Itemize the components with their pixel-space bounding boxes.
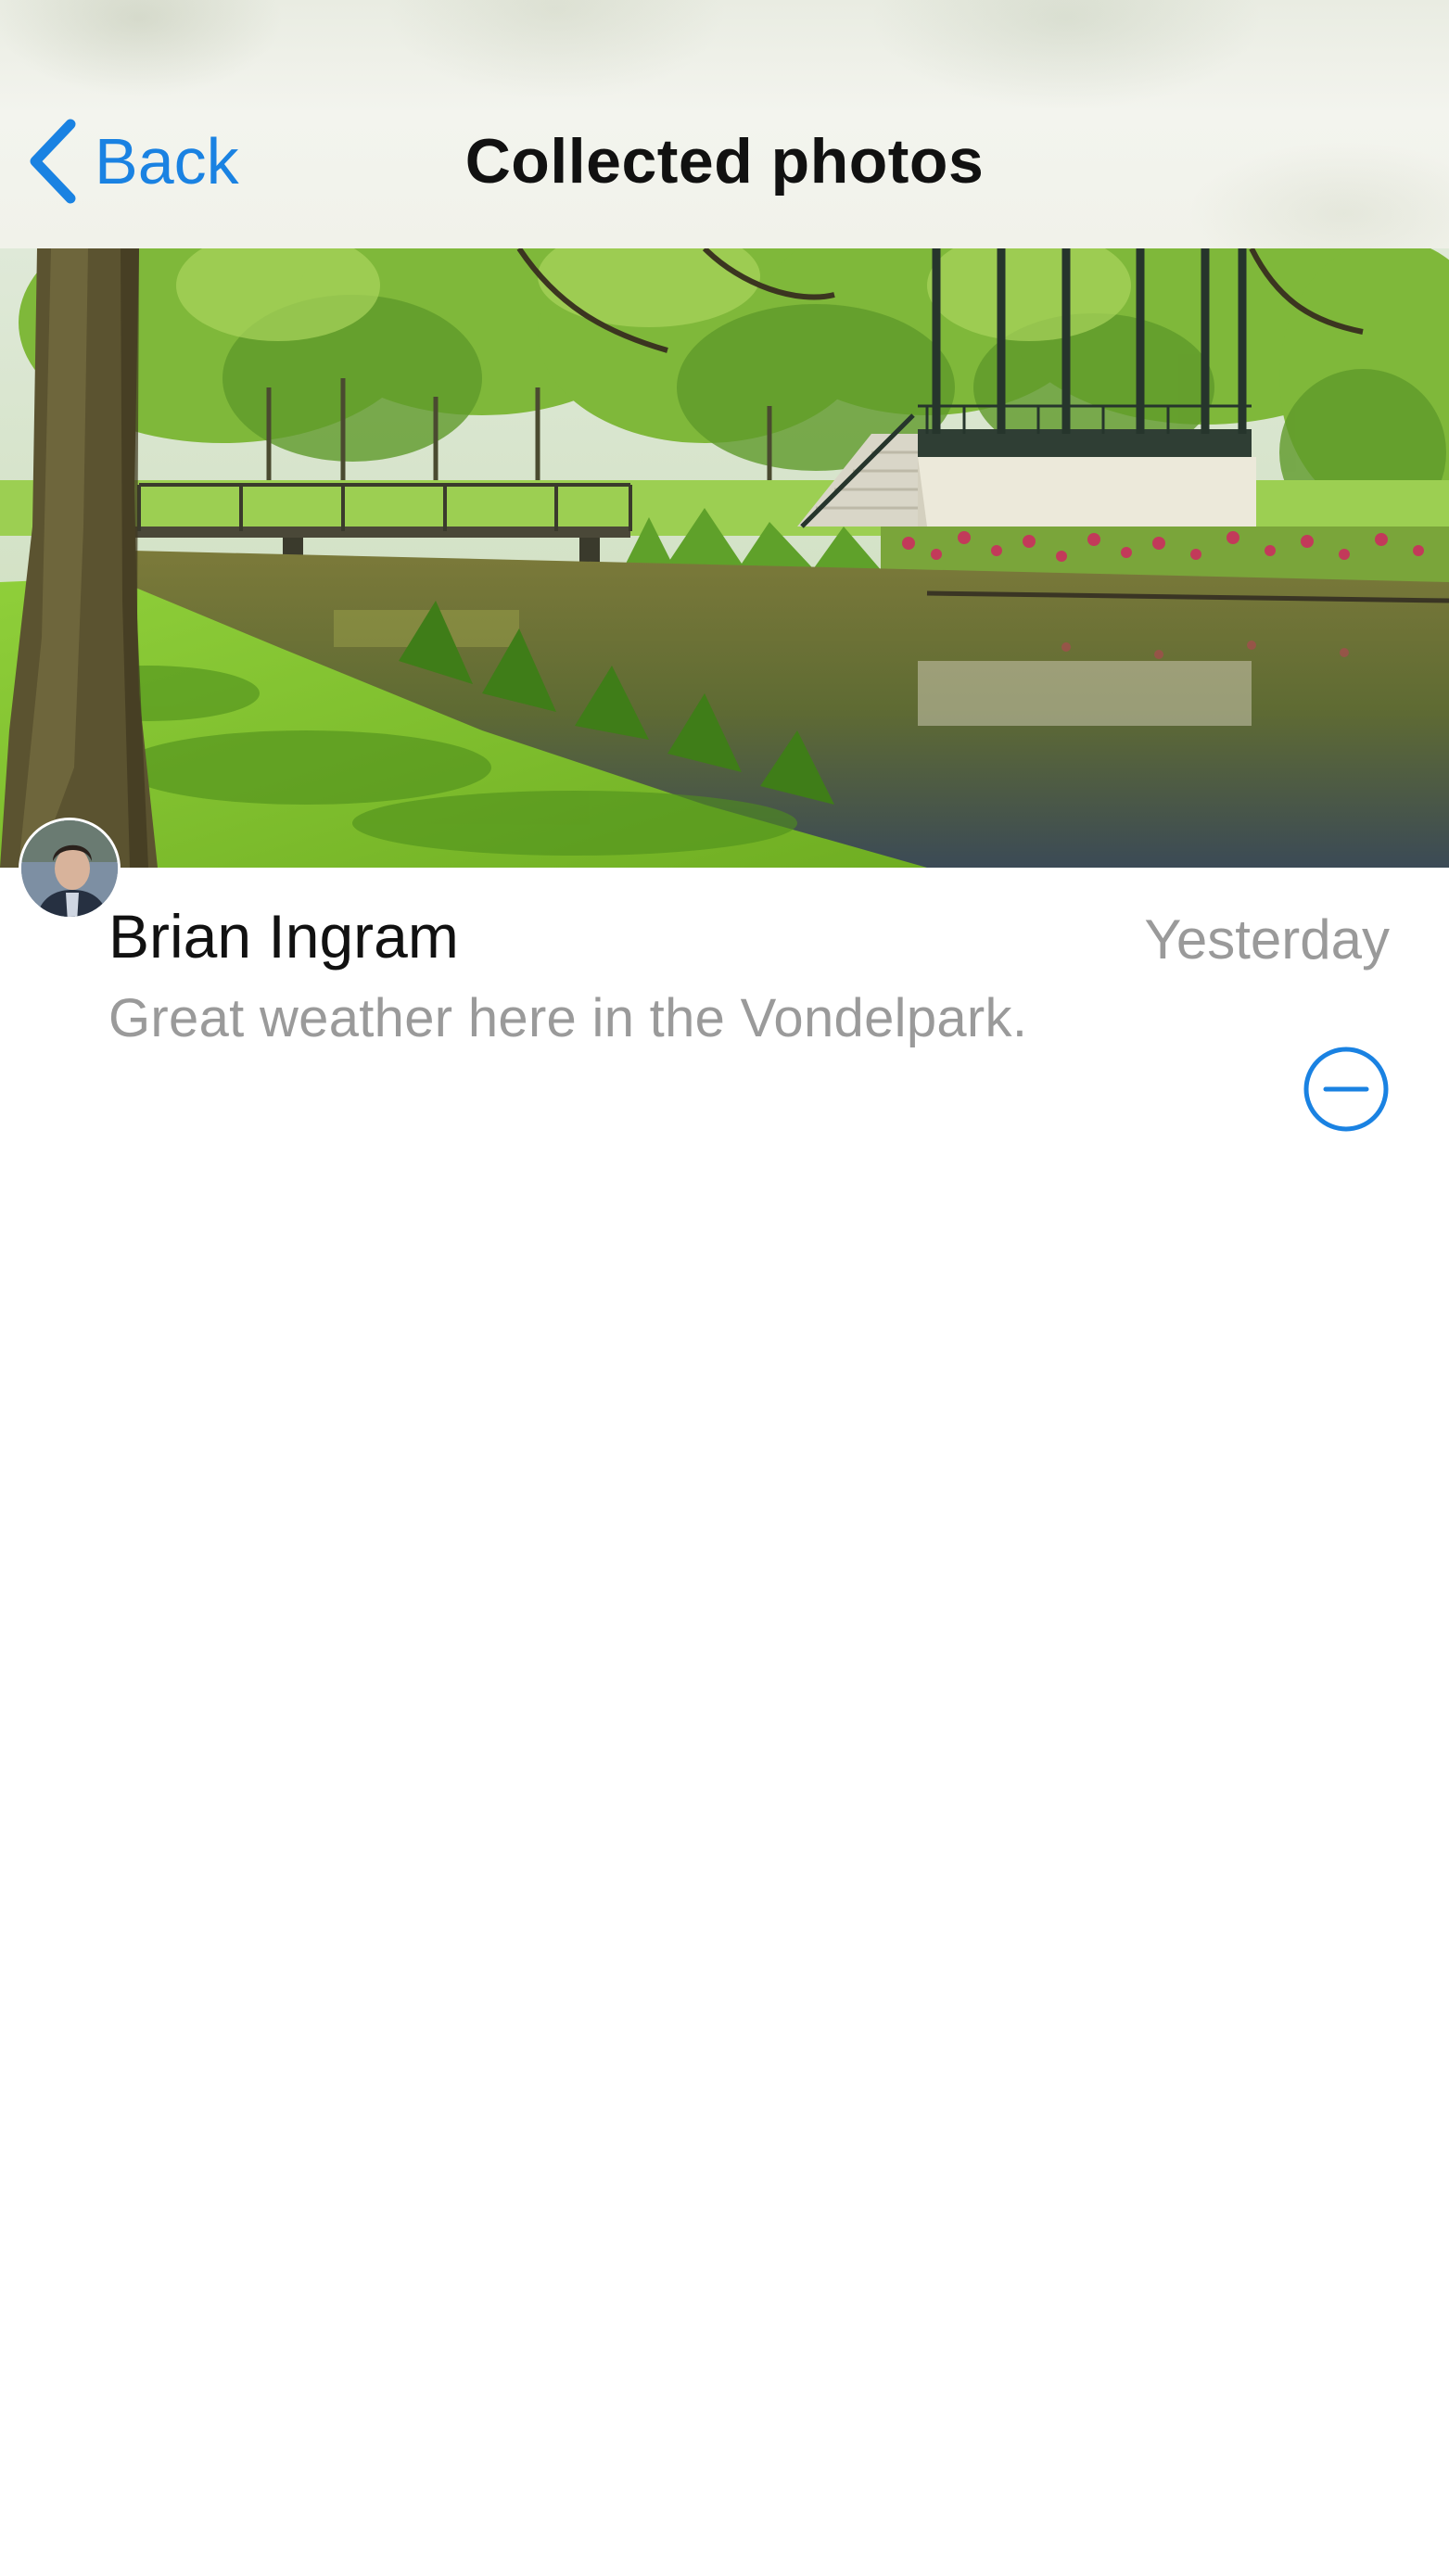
avatar[interactable]	[19, 818, 121, 920]
remove-photo-button[interactable]	[1302, 1045, 1391, 1134]
collected-photos-screen: Back Collected photos Brian Ingram Yeste…	[0, 0, 1449, 2576]
page-title: Collected photos	[464, 126, 985, 197]
post-timestamp: Yesterday	[1144, 908, 1390, 971]
photo-caption: Great weather here in the Vondelpark.	[108, 988, 1028, 1048]
minus-circle-icon	[1302, 1045, 1391, 1134]
author-name[interactable]: Brian Ingram	[108, 899, 459, 973]
navigation-bar: Back Collected photos	[0, 0, 1449, 249]
collected-photo[interactable]	[0, 248, 1449, 868]
